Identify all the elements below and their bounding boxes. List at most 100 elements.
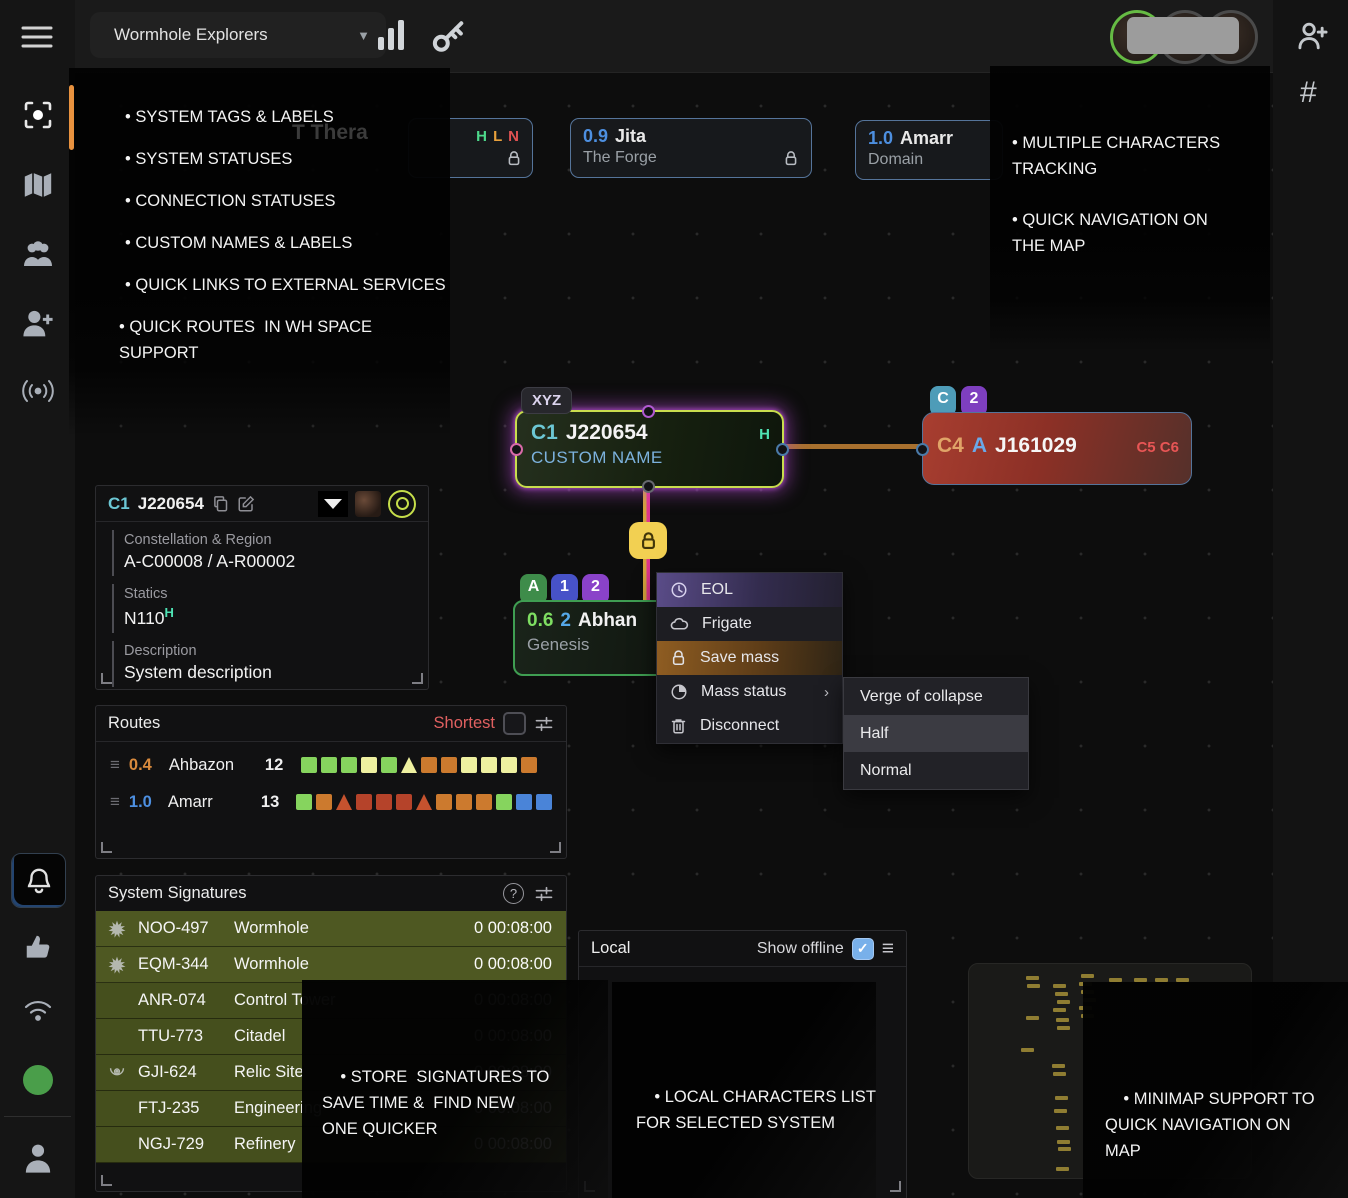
menu-item-frigate[interactable]: Frigate xyxy=(657,607,842,641)
show-offline-checkbox[interactable]: ✓ xyxy=(852,938,874,960)
route-row[interactable]: ≡ 1.0 Amarr 13 xyxy=(96,788,566,816)
tracking-annotation: • MULTIPLE CHARACTERS TRACKING • QUICK N… xyxy=(990,66,1270,352)
sidebar-item-profile[interactable] xyxy=(0,1132,75,1184)
copy-icon[interactable] xyxy=(212,495,229,513)
route-row[interactable]: ≡ 0.4 Ahbazon 12 xyxy=(96,751,566,779)
sidebar-item-notifications[interactable] xyxy=(11,853,66,908)
system-name: J220654 xyxy=(138,494,204,514)
edit-icon[interactable] xyxy=(237,495,255,513)
minimap-system-mark xyxy=(1053,1072,1066,1076)
jump-marker xyxy=(516,794,532,810)
menu-icon[interactable] xyxy=(20,24,54,50)
hash-icon[interactable]: # xyxy=(1300,76,1317,110)
sidebar-item-map[interactable] xyxy=(0,158,75,212)
node-j220654-selected[interactable]: C1 J220654 H CUSTOM NAME xyxy=(515,410,784,488)
sidebar-item-person-add[interactable] xyxy=(0,296,75,350)
pie-icon xyxy=(670,683,688,701)
region-name: The Forge xyxy=(583,149,657,167)
wormhole-icon xyxy=(96,955,138,975)
help-icon[interactable]: ? xyxy=(503,883,524,904)
submenu-item-half[interactable]: Half xyxy=(844,715,1028,752)
lock-icon xyxy=(670,649,687,667)
count: 2 xyxy=(560,610,571,632)
node-amarr[interactable]: 1.0 Amarr Domain xyxy=(855,120,1003,180)
wh-class: C1 xyxy=(531,421,558,445)
security-status: 0.9 xyxy=(583,126,608,147)
show-offline-label: Show offline xyxy=(757,940,844,958)
jump-marker xyxy=(401,757,417,773)
team-selector[interactable]: Wormhole Explorers ▼ xyxy=(90,12,386,58)
connection-handle[interactable] xyxy=(510,443,523,456)
resize-handle[interactable] xyxy=(101,1175,112,1186)
resize-handle[interactable] xyxy=(101,842,112,853)
effect-thumbnail-icon xyxy=(355,491,381,517)
system-name: J220654 xyxy=(566,421,648,445)
key-icon[interactable] xyxy=(430,14,468,54)
wh-class: C1 xyxy=(108,494,130,514)
sidebar-item-broadcast[interactable] xyxy=(0,364,75,418)
sidebar-divider xyxy=(4,1116,71,1117)
node-abhan[interactable]: 0.6 2 Abhan Genesis xyxy=(513,600,667,676)
resize-handle[interactable] xyxy=(101,673,112,684)
connection-handle[interactable] xyxy=(916,443,929,456)
chevron-down-icon: ▼ xyxy=(357,28,370,43)
static-letter: H xyxy=(759,426,770,443)
panel-title: Routes xyxy=(108,714,160,733)
jump-marker xyxy=(336,794,352,810)
signature-settings-icon[interactable] xyxy=(534,885,554,903)
menu-item-save-mass[interactable]: Save mass xyxy=(657,641,842,675)
ghost-node-thera: T Thera xyxy=(292,121,368,145)
sidebar-scroll-indicator xyxy=(69,85,74,150)
jump-marker xyxy=(476,794,492,810)
node-j161029[interactable]: C4 A J161029 C5 C6 xyxy=(922,412,1192,485)
wh-class: C4 xyxy=(937,434,964,458)
signature-timer: 0 00:08:00 xyxy=(474,955,566,974)
signature-id: ANR-074 xyxy=(138,991,234,1010)
custom-tag-badge[interactable]: XYZ xyxy=(521,387,572,414)
minimap-system-mark xyxy=(1053,1008,1066,1012)
signature-id: NGJ-729 xyxy=(138,1135,234,1154)
connection-handle[interactable] xyxy=(642,480,655,493)
minimap-annotation: • MINIMAP SUPPORT TO QUICK NAVIGATION ON… xyxy=(1083,982,1348,1198)
local-menu-icon[interactable]: ≡ xyxy=(882,944,894,954)
route-jump-markers xyxy=(296,794,552,810)
sidebar-item-focus[interactable] xyxy=(0,88,75,142)
features-annotation: • SYSTEM TAGS & LABELS • SYSTEM STATUSES… xyxy=(69,68,450,436)
resize-handle[interactable] xyxy=(550,842,561,853)
signature-row[interactable]: NOO-497Wormhole0 00:08:00 xyxy=(96,911,566,947)
person-add-icon[interactable] xyxy=(1296,20,1330,52)
jump-marker xyxy=(436,794,452,810)
drag-handle-icon[interactable]: ≡ xyxy=(110,792,119,812)
submenu-item-normal[interactable]: Normal xyxy=(844,752,1028,789)
sidebar-item-likes[interactable] xyxy=(0,922,75,972)
route-settings-icon[interactable] xyxy=(534,715,554,733)
resize-handle[interactable] xyxy=(890,1181,901,1192)
info-section-description: Description System description xyxy=(112,641,428,687)
info-section-constellation: Constellation & Region A-C00008 / A-R000… xyxy=(112,530,428,576)
region-name: Domain xyxy=(868,151,923,169)
jump-marker xyxy=(321,757,337,773)
resize-handle[interactable] xyxy=(412,673,423,684)
menu-item-mass-status[interactable]: Mass status › xyxy=(657,675,842,709)
lock-icon xyxy=(506,150,522,167)
connection-handle[interactable] xyxy=(642,405,655,418)
menu-item-eol[interactable]: EOL xyxy=(657,573,842,607)
jump-marker xyxy=(461,757,477,773)
menu-item-disconnect[interactable]: Disconnect xyxy=(657,709,842,743)
submenu-item-verge[interactable]: Verge of collapse xyxy=(844,678,1028,715)
node-jita[interactable]: 0.9 Jita The Forge xyxy=(570,118,812,178)
signature-row[interactable]: EQM-344Wormhole0 00:08:00 xyxy=(96,947,566,983)
jump-marker xyxy=(416,794,432,810)
drag-handle-icon[interactable]: ≡ xyxy=(110,755,119,775)
connection-handle[interactable] xyxy=(776,443,789,456)
sidebar-item-connection[interactable] xyxy=(0,986,75,1034)
jump-marker xyxy=(376,794,392,810)
jump-marker xyxy=(301,757,317,773)
jump-count: 13 xyxy=(261,793,286,812)
connection-line[interactable] xyxy=(783,444,920,449)
mass-saved-lock-badge[interactable] xyxy=(629,522,667,559)
sidebar-item-group[interactable] xyxy=(0,228,75,282)
chart-bars-icon[interactable] xyxy=(378,20,404,50)
shortest-checkbox[interactable] xyxy=(503,712,526,735)
wormhole-icon xyxy=(96,919,138,939)
